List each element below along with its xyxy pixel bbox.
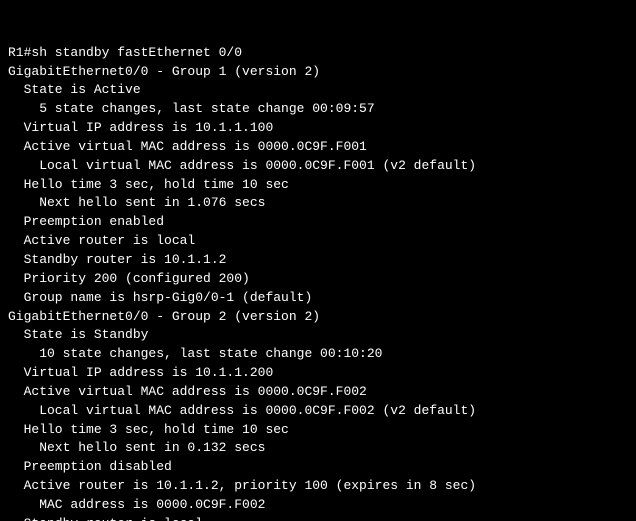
terminal-line: 10 state changes, last state change 00:1… [8,346,382,361]
terminal-line: GigabitEthernet0/0 - Group 2 (version 2) [8,309,320,324]
terminal-line: Virtual IP address is 10.1.1.100 [8,120,273,135]
terminal-line: Local virtual MAC address is 0000.0C9F.F… [8,403,476,418]
terminal-line: Local virtual MAC address is 0000.0C9F.F… [8,158,476,173]
terminal-line: GigabitEthernet0/0 - Group 1 (version 2) [8,64,320,79]
terminal-line: Active virtual MAC address is 0000.0C9F.… [8,139,367,154]
terminal-line: Active router is 10.1.1.2, priority 100 … [8,478,476,493]
terminal-line: Preemption enabled [8,214,164,229]
terminal-line: Priority 200 (configured 200) [8,271,250,286]
terminal-output: R1#sh standby fastEthernet 0/0 GigabitEt… [8,44,628,521]
terminal-line: Hello time 3 sec, hold time 10 sec [8,422,289,437]
terminal-line: Virtual IP address is 10.1.1.200 [8,365,273,380]
terminal-line: Active virtual MAC address is 0000.0C9F.… [8,384,367,399]
terminal-line: Standby router is local [8,516,203,521]
terminal-line: Active router is local [8,233,195,248]
terminal-line: State is Active [8,82,141,97]
terminal-line: Next hello sent in 1.076 secs [8,195,265,210]
terminal-line: 5 state changes, last state change 00:09… [8,101,375,116]
terminal-line: Standby router is 10.1.1.2 [8,252,226,267]
terminal-line: Group name is hsrp-Gig0/0-1 (default) [8,290,312,305]
terminal-window[interactable]: R1#sh standby fastEthernet 0/0 GigabitEt… [0,0,636,521]
terminal-line: State is Standby [8,327,148,342]
terminal-line: Next hello sent in 0.132 secs [8,440,265,455]
terminal-line: MAC address is 0000.0C9F.F002 [8,497,265,512]
terminal-line: Preemption disabled [8,459,172,474]
terminal-line: R1#sh standby fastEthernet 0/0 [8,45,242,60]
terminal-line: Hello time 3 sec, hold time 10 sec [8,177,289,192]
